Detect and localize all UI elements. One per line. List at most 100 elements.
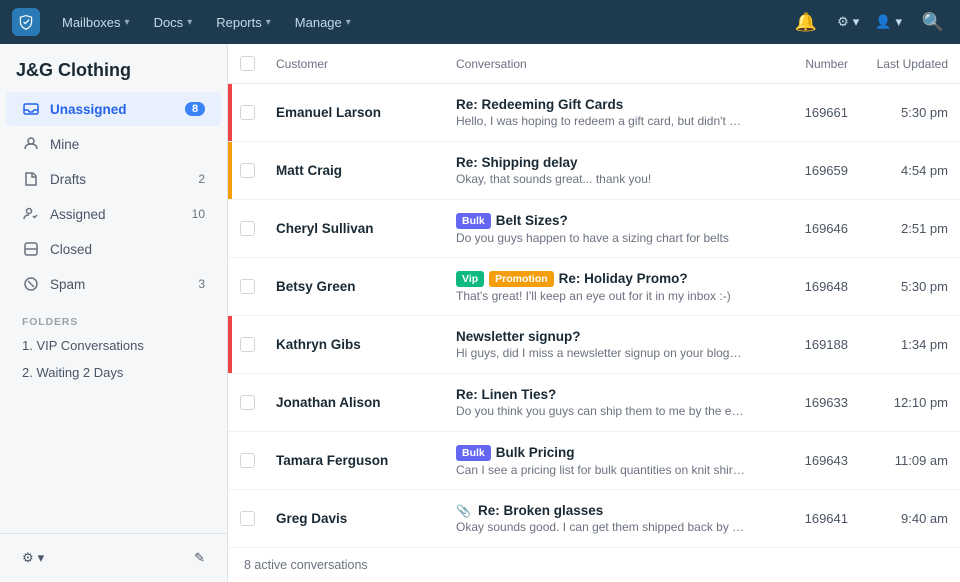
- row-customer-name: Cheryl Sullivan: [276, 221, 456, 236]
- row-number: 169643: [758, 453, 848, 468]
- row-number: 169188: [758, 337, 848, 352]
- sidebar-item-spam[interactable]: Spam 3: [6, 267, 221, 301]
- row-checkbox[interactable]: [240, 395, 255, 410]
- row-checkbox-col: [240, 395, 276, 410]
- sidebar-label-drafts: Drafts: [50, 172, 188, 187]
- search-icon[interactable]: 🔍: [918, 7, 948, 37]
- folders-label: FOLDERS: [0, 302, 227, 332]
- sidebar-item-assigned[interactable]: Assigned 10: [6, 197, 221, 231]
- table-row[interactable]: Greg Davis 📎Re: Broken glasses Okay soun…: [228, 490, 960, 547]
- person-icon: [22, 135, 40, 153]
- row-customer-name: Emanuel Larson: [276, 105, 456, 120]
- top-nav-right: 🔔 ⚙ ▾ 👤 ▾ 🔍: [791, 7, 948, 37]
- compose-icon: ✎: [194, 550, 205, 566]
- chevron-down-icon: ▾: [125, 17, 130, 28]
- row-conversation-col: BulkBelt Sizes? Do you guys happen to ha…: [456, 213, 758, 245]
- app-logo[interactable]: [12, 8, 40, 36]
- table-row[interactable]: Betsy Green VipPromotionRe: Holiday Prom…: [228, 258, 960, 316]
- assign-icon: [22, 205, 40, 223]
- row-conversation-col: Re: Linen Ties? Do you think you guys ca…: [456, 387, 758, 418]
- row-number: 169646: [758, 221, 848, 236]
- row-conversation-title: 📎Re: Broken glasses: [456, 503, 746, 518]
- row-conversation-title: Re: Shipping delay: [456, 155, 746, 170]
- priority-orange-indicator: [228, 142, 232, 199]
- row-updated: 2:51 pm: [848, 221, 948, 236]
- row-checkbox[interactable]: [240, 511, 255, 526]
- row-updated: 1:34 pm: [848, 337, 948, 352]
- table-row[interactable]: Tamara Ferguson BulkBulk Pricing Can I s…: [228, 432, 960, 490]
- row-updated: 9:40 am: [848, 511, 948, 526]
- row-customer-name: Betsy Green: [276, 279, 456, 294]
- draft-icon: [22, 170, 40, 188]
- folder-waiting[interactable]: 2. Waiting 2 Days: [0, 359, 227, 386]
- sidebar-item-closed[interactable]: Closed: [6, 232, 221, 266]
- chevron-down-icon: ▾: [853, 14, 860, 30]
- tag-bulk: Bulk: [456, 213, 491, 229]
- row-conversation-preview: Hello, I was hoping to redeem a gift car…: [456, 114, 746, 128]
- row-conversation-preview: Can I see a pricing list for bulk quanti…: [456, 463, 746, 477]
- sidebar-label-closed: Closed: [50, 242, 205, 257]
- sidebar-item-unassigned[interactable]: Unassigned 8: [6, 92, 221, 126]
- table-footer: 8 active conversations: [228, 547, 960, 582]
- table-row[interactable]: Matt Craig Re: Shipping delay Okay, that…: [228, 142, 960, 200]
- row-checkbox[interactable]: [240, 221, 255, 236]
- table-row[interactable]: Cheryl Sullivan BulkBelt Sizes? Do you g…: [228, 200, 960, 258]
- folder-vip[interactable]: 1. VIP Conversations: [0, 332, 227, 359]
- spam-count: 3: [198, 277, 205, 291]
- row-number: 169659: [758, 163, 848, 178]
- priority-red-indicator: [228, 316, 232, 373]
- row-updated: 11:09 am: [848, 453, 948, 468]
- row-number: 169633: [758, 395, 848, 410]
- table-row[interactable]: Kathryn Gibs Newsletter signup? Hi guys,…: [228, 316, 960, 374]
- row-conversation-col: 📎Re: Broken glasses Okay sounds good. I …: [456, 503, 758, 534]
- tag-bulk: Bulk: [456, 445, 491, 461]
- row-customer-name: Greg Davis: [276, 511, 456, 526]
- row-checkbox-col: [240, 221, 276, 236]
- row-checkbox[interactable]: [240, 279, 255, 294]
- chevron-down-icon: ▾: [346, 17, 351, 28]
- row-updated: 4:54 pm: [848, 163, 948, 178]
- priority-red-indicator: [228, 84, 232, 141]
- table-row[interactable]: Jonathan Alison Re: Linen Ties? Do you t…: [228, 374, 960, 432]
- row-checkbox[interactable]: [240, 453, 255, 468]
- row-checkbox[interactable]: [240, 163, 255, 178]
- row-checkbox[interactable]: [240, 105, 255, 120]
- drafts-count: 2: [198, 172, 205, 186]
- sidebar-item-drafts[interactable]: Drafts 2: [6, 162, 221, 196]
- row-conversation-preview: That's great! I'll keep an eye out for i…: [456, 289, 746, 303]
- row-conversation-col: VipPromotionRe: Holiday Promo? That's gr…: [456, 271, 758, 303]
- nav-mailboxes[interactable]: Mailboxes ▾: [52, 9, 140, 36]
- settings-avatar[interactable]: ⚙ ▾: [837, 14, 859, 30]
- gear-icon: ⚙: [837, 14, 849, 30]
- user-avatar[interactable]: 👤 ▾: [875, 14, 902, 30]
- row-checkbox-col: [240, 511, 276, 526]
- row-checkbox[interactable]: [240, 337, 255, 352]
- row-conversation-title: Newsletter signup?: [456, 329, 746, 344]
- row-conversation-preview: Do you think you guys can ship them to m…: [456, 404, 746, 418]
- top-nav-items: Mailboxes ▾ Docs ▾ Reports ▾ Manage ▾: [52, 9, 791, 36]
- row-updated: 5:30 pm: [848, 279, 948, 294]
- content-area: Customer Conversation Number Last Update…: [228, 44, 960, 582]
- spam-icon: [22, 275, 40, 293]
- row-customer-name: Kathryn Gibs: [276, 337, 456, 352]
- select-all-checkbox[interactable]: [240, 56, 255, 71]
- nav-manage[interactable]: Manage ▾: [285, 9, 361, 36]
- tag-promo: Promotion: [489, 271, 554, 287]
- bell-icon[interactable]: 🔔: [791, 7, 821, 37]
- row-updated: 5:30 pm: [848, 105, 948, 120]
- row-customer-name: Matt Craig: [276, 163, 456, 178]
- chevron-down-icon: ▾: [38, 550, 45, 566]
- sidebar-item-mine[interactable]: Mine: [6, 127, 221, 161]
- sidebar-label-assigned: Assigned: [50, 207, 182, 222]
- row-number: 169641: [758, 511, 848, 526]
- row-conversation-preview: Okay, that sounds great... thank you!: [456, 172, 746, 186]
- nav-docs[interactable]: Docs ▾: [144, 9, 203, 36]
- attachment-icon: 📎: [456, 504, 471, 518]
- settings-button[interactable]: ⚙ ▾: [12, 544, 54, 572]
- nav-reports[interactable]: Reports ▾: [206, 9, 281, 36]
- avatar-icon: 👤: [875, 14, 891, 30]
- compose-button[interactable]: ✎: [184, 544, 215, 572]
- gear-icon: ⚙: [22, 550, 34, 566]
- header-conversation: Conversation: [456, 57, 758, 71]
- table-row[interactable]: Emanuel Larson Re: Redeeming Gift Cards …: [228, 84, 960, 142]
